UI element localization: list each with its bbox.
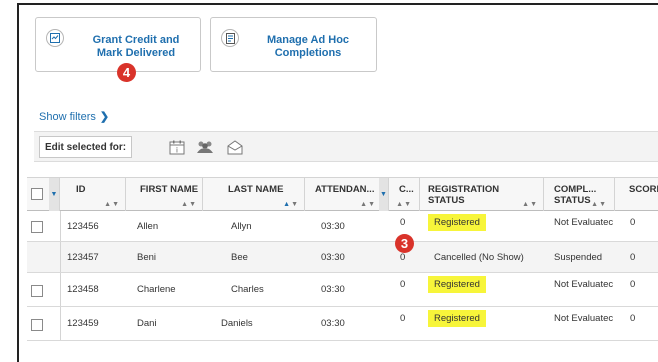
status-highlight: Registered — [428, 310, 486, 327]
cell-attendance: 03:30 — [321, 318, 345, 329]
select-all-checkbox[interactable] — [31, 188, 43, 200]
cell-first-name: Beni — [137, 251, 157, 263]
table-row[interactable]: 123457 Beni Bee 03:30 0 Cancelled (No Sh… — [27, 242, 658, 273]
header-attendance[interactable]: ATTENDAN... ▲▼ ▼ — [305, 178, 389, 211]
sort-icon: ▲▼ — [104, 201, 120, 208]
manage-ad-hoc-button[interactable]: Manage Ad Hoc Completions — [210, 17, 377, 72]
header-id[interactable]: ID ▲▼ — [60, 178, 126, 211]
row-divider — [60, 242, 61, 272]
sort-icon: ▲▼ — [396, 201, 412, 208]
table-header: ▼ ID ▲▼ FIRST NAME ▲▼ LAST NAME ▲▼ ATTEN… — [27, 177, 658, 211]
sort-icon: ▲▼ — [360, 201, 376, 208]
header-first-name-label: FIRST NAME — [140, 184, 199, 195]
grant-credit-label: Grant Credit and Mark Delivered — [92, 34, 180, 59]
sort-icon: ▲▼ — [591, 201, 607, 208]
cell-completion-status: Not Evaluatec — [554, 313, 614, 324]
calendar-icon[interactable]: i — [164, 136, 190, 158]
cell-last-name: Charles — [231, 284, 264, 295]
header-last-name-label: LAST NAME — [228, 184, 284, 195]
cell-id: 123458 — [67, 284, 99, 295]
sort-icon: ▲▼ — [283, 201, 299, 208]
cell-completion-status: Not Evaluatec — [554, 217, 614, 228]
table-row[interactable]: 123458 Charlene Charles 03:30 0 Register… — [27, 273, 658, 307]
cell-score: 0 — [630, 217, 636, 228]
cell-score: 0 — [630, 251, 636, 263]
cell-attendance: 03:30 — [321, 220, 345, 232]
status-highlight: Registered — [428, 214, 486, 231]
edit-selected-label: Edit selected for: — [39, 136, 133, 158]
select-menu-caret-icon[interactable]: ▼ — [49, 178, 59, 211]
grant-credit-icon — [46, 29, 64, 47]
row-checkbox[interactable] — [31, 319, 43, 331]
row-checkbox[interactable] — [31, 285, 43, 297]
grant-credit-button[interactable]: Grant Credit and Mark Delivered — [35, 17, 201, 72]
table-row[interactable]: 123459 Dani Daniels 03:30 0 Registered N… — [27, 307, 658, 341]
header-c[interactable]: C... ▲▼ — [389, 178, 420, 211]
header-last-name[interactable]: LAST NAME ▲▼ — [203, 178, 305, 211]
header-completion-status[interactable]: COMPL... STATUS ▲▼ — [544, 178, 615, 211]
cell-attendance: 03:30 — [321, 251, 345, 263]
row-divider — [60, 273, 61, 306]
cell-id: 123456 — [67, 220, 99, 232]
cell-registration-status: Registered — [428, 307, 486, 340]
row-divider — [60, 211, 61, 241]
cell-registration-status: Cancelled (No Show) — [434, 251, 524, 263]
header-id-label: ID — [76, 184, 86, 195]
manage-ad-hoc-label: Manage Ad Hoc Completions — [266, 34, 350, 59]
header-score-label: SCORE — [629, 184, 658, 195]
cell-c: 0 — [400, 313, 406, 324]
cell-completion-status: Suspended — [554, 251, 603, 263]
header-attendance-label: ATTENDAN... — [315, 184, 375, 195]
cell-last-name: Daniels — [221, 318, 253, 329]
chevron-right-icon: ❯ — [99, 111, 110, 123]
cell-registration-status: Registered — [428, 211, 486, 241]
cell-completion-status: Not Evaluatec — [554, 279, 614, 290]
show-filters-link[interactable]: Show filters ❯ — [39, 110, 109, 123]
document-icon — [221, 29, 239, 47]
sort-icon: ▲▼ — [522, 201, 538, 208]
email-icon[interactable] — [222, 136, 248, 158]
cell-first-name: Allen — [137, 220, 159, 232]
sort-icon: ▲▼ — [181, 201, 197, 208]
column-menu-caret-icon[interactable]: ▼ — [379, 178, 388, 211]
cell-first-name: Charlene — [137, 284, 176, 295]
show-filters-label: Show filters — [39, 111, 96, 123]
header-registration-status[interactable]: REGISTRATION STATUS ▲▼ — [420, 178, 544, 211]
cell-score: 0 — [630, 279, 636, 290]
header-registration-status-label: REGISTRATION STATUS — [428, 184, 500, 206]
cell-id: 123457 — [67, 251, 99, 263]
header-select-all: ▼ — [27, 178, 60, 211]
step-badge-table: 3 — [395, 234, 414, 253]
header-first-name[interactable]: FIRST NAME ▲▼ — [126, 178, 203, 211]
status-highlight: Registered — [428, 276, 486, 293]
cell-first-name: Dani — [137, 318, 157, 329]
cell-last-name: Bee — [231, 251, 248, 263]
step-badge-grant: 4 — [117, 63, 136, 82]
cell-id: 123459 — [67, 318, 99, 329]
header-score[interactable]: SCORE — [615, 178, 658, 211]
registrations-table: ▼ ID ▲▼ FIRST NAME ▲▼ LAST NAME ▲▼ ATTEN… — [27, 177, 658, 362]
row-divider — [60, 307, 61, 340]
cell-score: 0 — [630, 313, 636, 324]
table-row[interactable]: 123456 Allen Allyn 03:30 0 Registered No… — [27, 211, 658, 242]
cell-c: 0 — [400, 279, 406, 290]
cell-attendance: 03:30 — [321, 284, 345, 295]
users-icon[interactable] — [192, 136, 218, 158]
cell-registration-status: Registered — [428, 273, 486, 306]
svg-text:i: i — [176, 146, 178, 154]
edit-selected-toolbar: Edit selected for: i — [34, 131, 658, 162]
row-checkbox[interactable] — [31, 221, 43, 233]
header-c-label: C... — [399, 184, 414, 195]
cell-last-name: Allyn — [231, 220, 252, 232]
